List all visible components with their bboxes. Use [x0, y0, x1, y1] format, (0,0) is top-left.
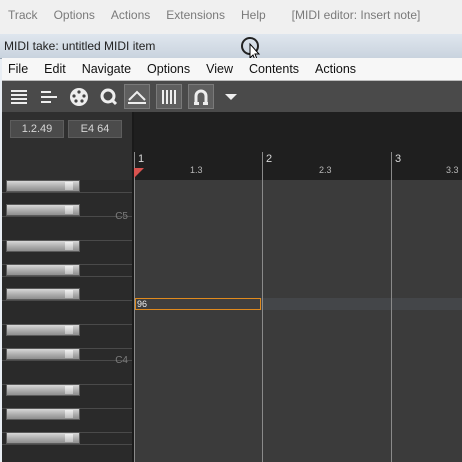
- menu-contents[interactable]: Contents: [241, 62, 307, 76]
- black-key[interactable]: [6, 204, 80, 216]
- black-key[interactable]: [6, 264, 80, 276]
- host-menubar: Track Options Actions Extensions Help [M…: [0, 0, 462, 35]
- midi-port-icon[interactable]: [66, 84, 92, 109]
- key-divider: [2, 360, 132, 361]
- black-key[interactable]: [6, 180, 80, 192]
- align-lines-icon[interactable]: [36, 84, 62, 109]
- note-grid[interactable]: 96: [134, 180, 462, 462]
- midi-note[interactable]: 96: [135, 298, 261, 310]
- note-velocity-label: 96: [137, 299, 148, 309]
- host-menu-actions[interactable]: Actions: [103, 8, 158, 22]
- note-field[interactable]: E4 64: [68, 120, 122, 138]
- key-divider: [2, 276, 132, 277]
- black-key[interactable]: [6, 432, 80, 444]
- position-field[interactable]: 1.2.49: [10, 120, 64, 138]
- ruler-bar-line: [391, 152, 392, 180]
- grid-bar-line: [262, 180, 263, 462]
- key-divider: [2, 444, 132, 445]
- host-menu-track[interactable]: Track: [0, 8, 46, 22]
- octave-label-c5: C5: [115, 211, 128, 222]
- piano-keyboard[interactable]: C5 C4: [2, 180, 132, 462]
- ruler-subdivision: 3.3: [446, 165, 459, 175]
- edit-cursor-marker[interactable]: [134, 168, 144, 178]
- grid-bar-line: [134, 180, 135, 462]
- black-key[interactable]: [6, 288, 80, 300]
- black-key[interactable]: [6, 408, 80, 420]
- host-menu-options[interactable]: Options: [46, 8, 103, 22]
- key-divider: [2, 216, 132, 217]
- menu-view[interactable]: View: [198, 62, 241, 76]
- ruler-subdivision: 1.3: [190, 165, 203, 175]
- magnet-snap-icon[interactable]: [188, 84, 214, 109]
- menu-navigate[interactable]: Navigate: [74, 62, 139, 76]
- dropdown-arrow-icon[interactable]: [218, 84, 244, 109]
- key-divider: [2, 192, 132, 193]
- timeline-ruler[interactable]: 1 1.3 2 2.3 3 3.3: [134, 112, 462, 180]
- black-key[interactable]: [6, 384, 80, 396]
- ruler-bar-number: 2: [266, 153, 273, 165]
- octave-label-c4: C4: [115, 355, 128, 366]
- menu-file[interactable]: File: [2, 62, 36, 76]
- menu-edit[interactable]: Edit: [36, 62, 74, 76]
- triangle-arrow-icon[interactable]: [124, 84, 150, 109]
- ruler-subdivision: 2.3: [319, 165, 332, 175]
- host-menu-help[interactable]: Help: [233, 8, 274, 22]
- black-key[interactable]: [6, 324, 80, 336]
- menu-lines-icon[interactable]: [6, 84, 32, 109]
- host-menu-extensions[interactable]: Extensions: [158, 8, 233, 22]
- host-window-title: [MIDI editor: Insert note]: [291, 8, 421, 22]
- mouse-cursor-icon: [240, 36, 262, 61]
- menu-actions[interactable]: Actions: [307, 62, 364, 76]
- grid-bars-icon[interactable]: [156, 84, 182, 109]
- ruler-bar-line: [262, 152, 263, 180]
- black-key[interactable]: [6, 240, 80, 252]
- editor-menubar: File Edit Navigate Options View Contents…: [2, 58, 462, 81]
- grid-bar-line: [391, 180, 392, 462]
- editor-toolbar: [2, 81, 462, 113]
- key-divider: [2, 300, 132, 301]
- ruler-bar-number: 1: [138, 153, 145, 165]
- window-title: MIDI take: untitled MIDI item: [4, 39, 156, 53]
- menu-options[interactable]: Options: [139, 62, 198, 76]
- window-titlebar[interactable]: MIDI take: untitled MIDI item: [0, 34, 462, 59]
- quantize-icon[interactable]: [96, 84, 122, 109]
- ruler-bar-number: 3: [395, 153, 402, 165]
- info-panel: 1.2.49 E4 64: [2, 112, 132, 180]
- black-key[interactable]: [6, 348, 80, 360]
